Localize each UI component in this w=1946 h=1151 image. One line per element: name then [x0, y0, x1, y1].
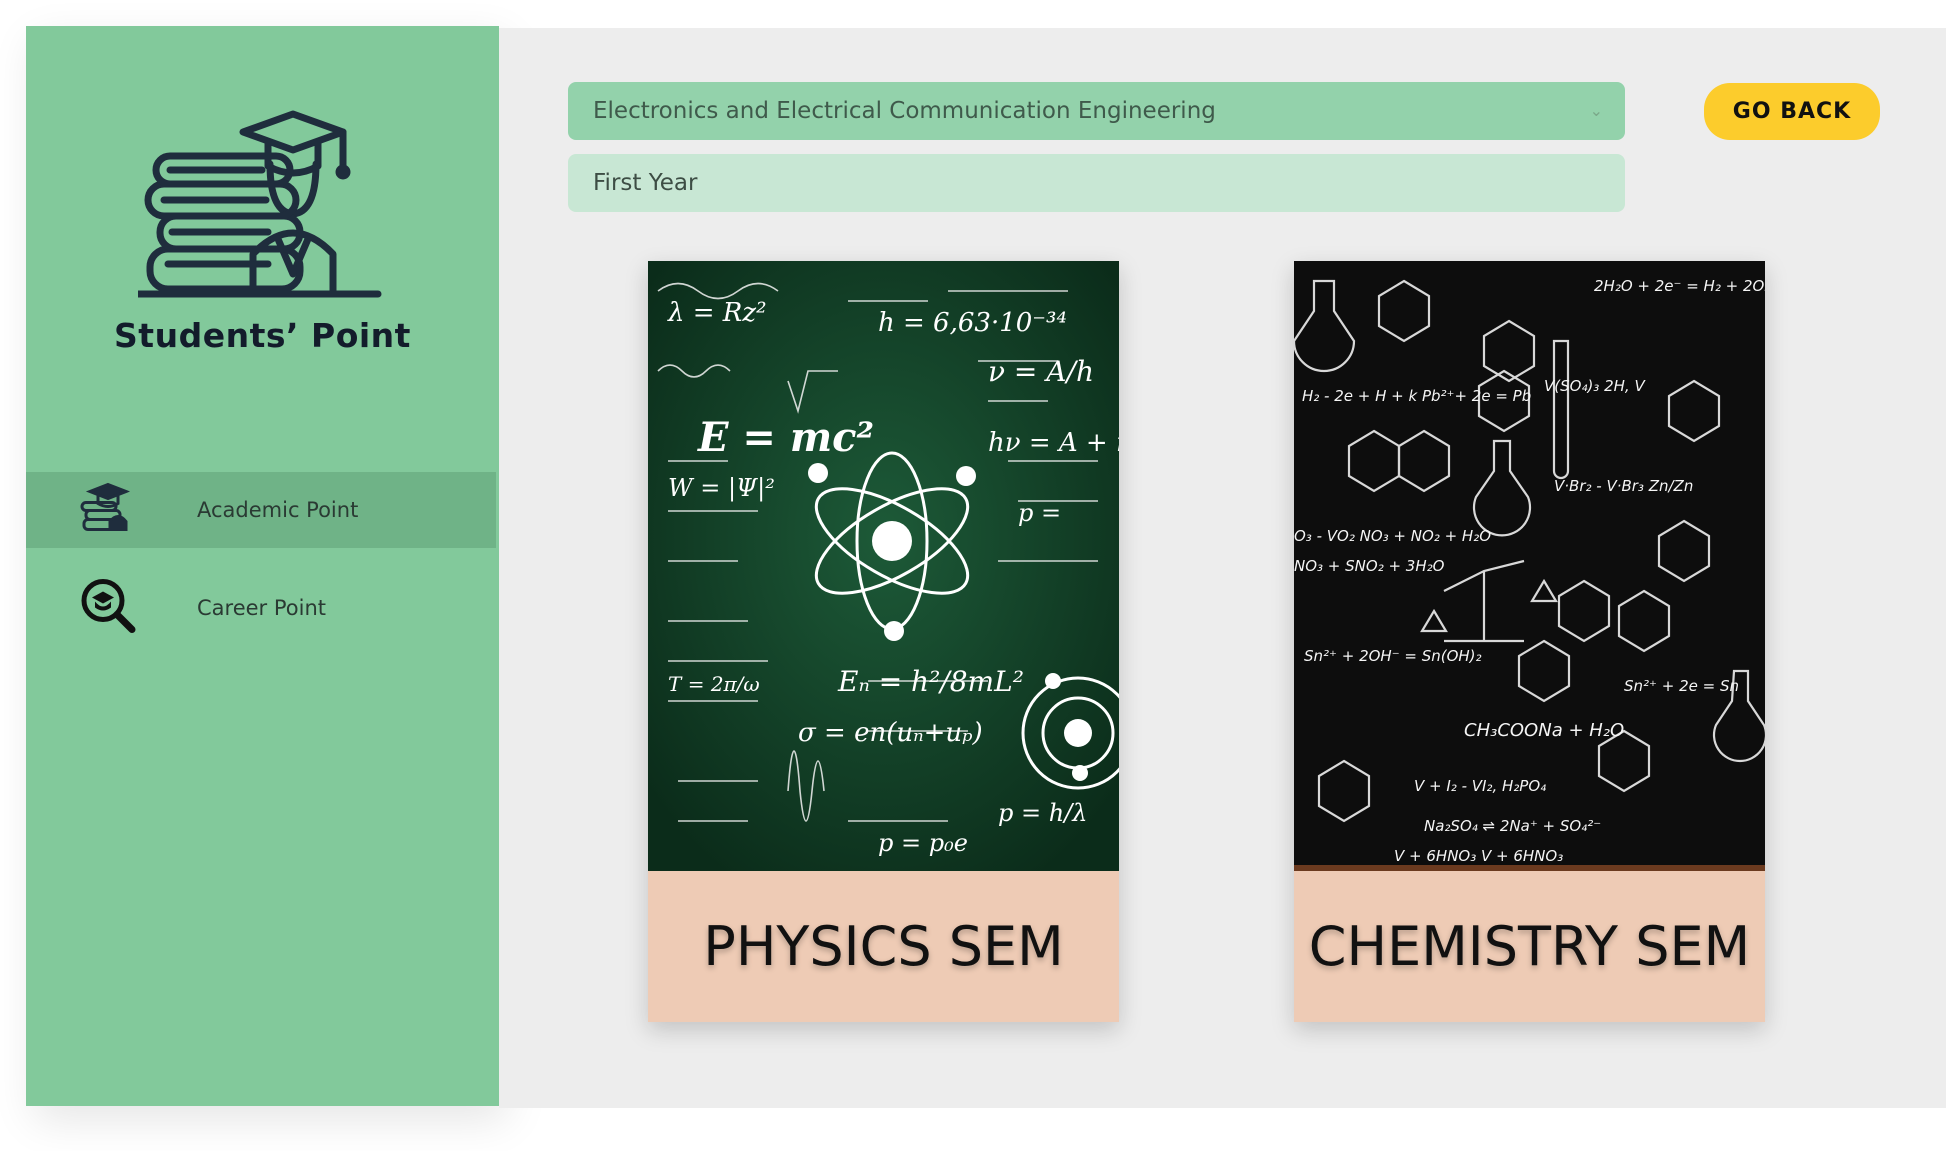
year-select-value: First Year [593, 170, 698, 196]
svg-text:p = p₀e: p = p₀e [878, 829, 968, 857]
svg-text:O₃ - VO₂ NO₃ + NO₂ + H₂O: O₃ - VO₂ NO₃ + NO₂ + H₂O [1294, 527, 1491, 545]
svg-text:p =: p = [1018, 499, 1061, 527]
sidebar-item-academic-point[interactable]: Academic Point [26, 472, 496, 548]
sidebar-item-career-point[interactable]: Career Point [26, 570, 496, 646]
chemistry-chalkboard-image: 2H₂O + 2e⁻ = H₂ + 2OH⁻ H₂ - 2e + H + k P… [1294, 261, 1765, 871]
sidebar: Students’ Point Academic Point Career Po… [26, 26, 499, 1106]
svg-text:CH₃COONa + H₂O: CH₃COONa + H₂O [1464, 720, 1624, 741]
svg-text:Eₙ = h²/8mL²: Eₙ = h²/8mL² [837, 665, 1024, 698]
year-select[interactable]: First Year [568, 154, 1625, 212]
svg-text:ν = A/h: ν = A/h [988, 355, 1094, 388]
svg-text:Sn²⁺ + 2e = Sn: Sn²⁺ + 2e = Sn [1624, 677, 1739, 695]
physics-chalkboard-image: λ = Rz² h = 6,63·10⁻³⁴ E = mc² ν = A/h h… [648, 261, 1119, 871]
brand-name: Students’ Point [114, 316, 411, 355]
physics-sem-card-footer: PHYSICS SEM [648, 871, 1119, 1022]
academic-icon [80, 482, 131, 539]
svg-text:Sn²⁺ + 2OH⁻ = Sn(OH)₂: Sn²⁺ + 2OH⁻ = Sn(OH)₂ [1304, 647, 1482, 665]
svg-text:h = 6,63·10⁻³⁴: h = 6,63·10⁻³⁴ [878, 308, 1067, 338]
chemistry-sem-card[interactable]: 2H₂O + 2e⁻ = H₂ + 2OH⁻ H₂ - 2e + H + k P… [1294, 261, 1765, 1022]
sidebar-item-label: Academic Point [197, 498, 359, 522]
career-search-icon [80, 578, 136, 639]
svg-text:Na₂SO₄ ⇌ 2Na⁺ + SO₄²⁻: Na₂SO₄ ⇌ 2Na⁺ + SO₄²⁻ [1424, 817, 1601, 835]
card-title: PHYSICS SEM [703, 915, 1064, 978]
svg-text:T = 2π/ω: T = 2π/ω [668, 672, 760, 696]
svg-text:E = mc²: E = mc² [697, 414, 874, 461]
brand-logo: Students’ Point [26, 104, 499, 355]
svg-text:V·Br₂ - V·Br₃ Zn/Zn: V·Br₂ - V·Br₃ Zn/Zn [1554, 477, 1693, 495]
svg-text:W = |Ψ|²: W = |Ψ|² [668, 474, 775, 503]
go-back-button[interactable]: GO BACK [1704, 83, 1880, 140]
svg-text:σ = en(uₙ+uₚ): σ = en(uₙ+uₚ) [798, 718, 983, 748]
svg-text:hν = A + m: hν = A + m [988, 428, 1119, 458]
svg-text:V(SO₄)₃ 2H, V: V(SO₄)₃ 2H, V [1544, 377, 1646, 395]
svg-text:NO₃ + SNO₂ + 3H₂O: NO₃ + SNO₂ + 3H₂O [1294, 557, 1445, 575]
card-title: CHEMISTRY SEM [1308, 915, 1751, 978]
student-books-logo-icon [137, 110, 381, 298]
chemistry-sem-card-footer: CHEMISTRY SEM [1294, 871, 1765, 1022]
chevron-down-icon: ⌄ [1589, 103, 1603, 120]
svg-text:V + I₂ - VI₂, H₂PO₄: V + I₂ - VI₂, H₂PO₄ [1414, 777, 1546, 795]
physics-sem-card[interactable]: λ = Rz² h = 6,63·10⁻³⁴ E = mc² ν = A/h h… [648, 261, 1119, 1022]
svg-text:λ = Rz²: λ = Rz² [667, 298, 767, 328]
branch-select-value: Electronics and Electrical Communication… [593, 98, 1216, 124]
svg-text:V + 6HNO₃ V + 6HNO₃: V + 6HNO₃ V + 6HNO₃ [1394, 847, 1563, 865]
svg-text:p = h/λ: p = h/λ [998, 799, 1087, 827]
svg-text:H₂ - 2e + H + k Pb²⁺+ 2e = Pb: H₂ - 2e + H + k Pb²⁺+ 2e = Pb [1302, 387, 1531, 405]
svg-text:2H₂O + 2e⁻ = H₂ + 2OH⁻: 2H₂O + 2e⁻ = H₂ + 2OH⁻ [1594, 277, 1765, 295]
sidebar-item-label: Career Point [197, 596, 326, 620]
branch-select[interactable]: Electronics and Electrical Communication… [568, 82, 1625, 140]
